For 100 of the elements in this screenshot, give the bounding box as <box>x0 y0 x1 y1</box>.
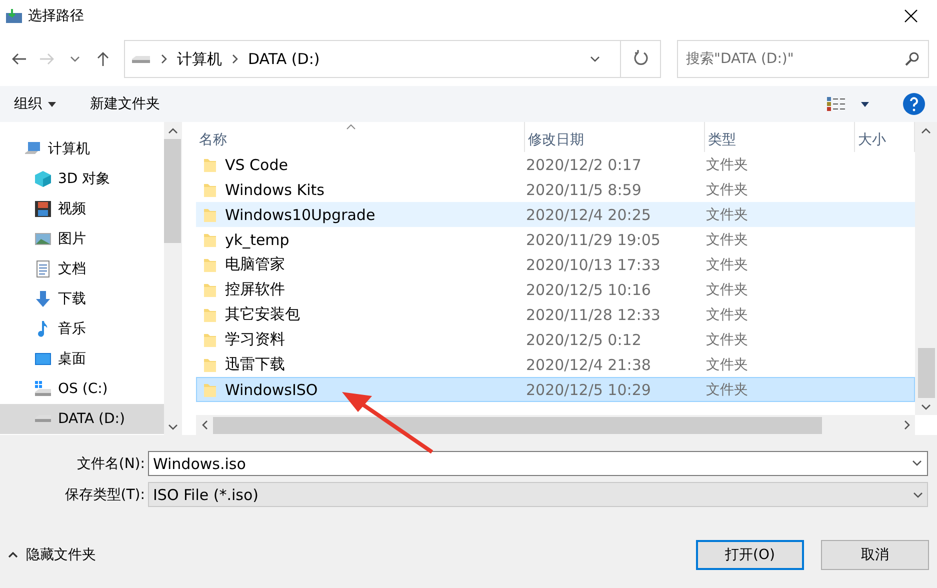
down-arrow-icon <box>34 290 52 308</box>
table-cell-text: 文件夹 <box>706 280 749 298</box>
chevron-icon <box>230 54 240 64</box>
folder-icon <box>203 206 217 222</box>
back-arrow-icon <box>11 53 27 65</box>
refresh-icon <box>632 50 650 68</box>
cube-icon <box>34 170 52 188</box>
list-scrollbar[interactable] <box>915 122 937 415</box>
caret-icon[interactable] <box>861 102 869 106</box>
table-cell-text: 文件夹 <box>706 230 749 248</box>
close-icon <box>903 8 919 24</box>
filename-field[interactable]: Windows.iso <box>148 451 928 476</box>
sidebar-item[interactable]: 下载 <box>0 284 164 314</box>
folder-icon <box>203 156 217 172</box>
help-icon[interactable] <box>903 93 925 115</box>
sidebar-item[interactable]: 音乐 <box>0 314 164 344</box>
hide-folders-button[interactable]: 隐藏文件夹 <box>8 546 696 564</box>
folder-icon <box>203 256 217 272</box>
column-header[interactable]: 名称 <box>196 122 525 152</box>
field-label: 保存类型(T): <box>64 486 146 504</box>
table-cell-text: 文件夹 <box>706 180 749 198</box>
organize-button[interactable]: 组织 <box>14 95 56 113</box>
table-cell-text: 2020/12/4 21:38 <box>526 356 652 374</box>
sidebar-item[interactable]: 图片 <box>0 224 164 254</box>
folder-icon <box>203 182 217 198</box>
new-folder-button[interactable]: 新建文件夹 <box>90 95 160 113</box>
file-name: VS Code <box>225 156 288 174</box>
windows-drive-icon <box>34 380 52 398</box>
desktop-icon <box>34 350 52 368</box>
table-cell-text: 2020/10/13 17:33 <box>526 256 662 274</box>
scrollbar-thumb[interactable] <box>918 348 934 398</box>
chevron-icon <box>70 55 80 63</box>
view-options-icon[interactable] <box>827 97 847 111</box>
file-name: Windows10Upgrade <box>225 206 376 224</box>
horizontal-scrollbar[interactable] <box>196 415 915 435</box>
table-cell-text: 2020/11/5 8:59 <box>526 180 642 198</box>
sidebar-item[interactable]: 视频 <box>0 194 164 224</box>
table-cell-text: 2020/12/5 10:16 <box>526 280 652 298</box>
table-cell-text: 文件夹 <box>706 356 749 374</box>
file-row[interactable]: VS Code 2020/12/2 0:17 文件夹 <box>196 152 915 177</box>
caret-icon <box>48 102 56 106</box>
dropdown-icon <box>590 54 600 64</box>
scrollbar-thumb[interactable] <box>213 416 822 434</box>
file-row[interactable]: 学习资料 2020/12/5 0:12 文件夹 <box>196 327 915 352</box>
table-cell-text: 2020/12/5 10:29 <box>526 380 652 398</box>
sidebar-item[interactable]: OS (C:) <box>0 374 164 404</box>
field-label: 文件名(N): <box>76 454 146 472</box>
cancel-button[interactable]: 取消 <box>821 540 929 570</box>
window-title: 选择路径 <box>28 7 85 25</box>
breadcrumb[interactable]: 计算机 <box>177 50 222 68</box>
breadcrumb[interactable]: DATA (D:) <box>248 50 320 68</box>
scrollbar-thumb[interactable] <box>164 139 181 243</box>
column-header[interactable]: 类型 <box>705 122 855 152</box>
film-icon <box>34 200 52 218</box>
file-row[interactable]: 迅雷下载 2020/12/4 21:38 文件夹 <box>196 352 915 377</box>
file-name: 其它安装包 <box>225 305 300 324</box>
drive-icon <box>131 54 151 64</box>
folder-icon <box>203 306 217 322</box>
sidebar-item[interactable]: 桌面 <box>0 344 164 374</box>
table-cell-text: 文件夹 <box>706 306 749 324</box>
sidebar-scrollbar[interactable] <box>164 122 181 435</box>
table-cell-text: 文件夹 <box>706 380 749 398</box>
table-cell-text: 文件夹 <box>706 156 749 174</box>
file-row[interactable]: WindowsISO 2020/12/5 10:29 文件夹 <box>196 377 915 402</box>
table-cell-text: 2020/11/29 19:05 <box>526 230 662 248</box>
dropdown-icon <box>913 490 923 500</box>
file-row[interactable]: Windows10Upgrade 2020/12/4 20:25 文件夹 <box>196 202 915 227</box>
table-cell-text: 2020/12/5 0:12 <box>526 330 642 348</box>
table-cell-text: 2020/12/4 20:25 <box>526 206 652 224</box>
file-row[interactable]: 控屏软件 2020/12/5 10:16 文件夹 <box>196 277 915 302</box>
up-arrow-icon <box>97 51 109 67</box>
file-name: Windows Kits <box>225 180 324 198</box>
table-cell-text: 2020/12/2 0:17 <box>526 156 642 174</box>
file-type-dropdown[interactable]: ISO File (*.iso) <box>148 482 928 507</box>
table-cell-text: 文件夹 <box>706 256 749 274</box>
sidebar-item[interactable]: 计算机 <box>0 134 164 164</box>
file-name: 电脑管家 <box>225 255 285 274</box>
picture-icon <box>34 230 52 248</box>
folder-icon <box>203 232 217 248</box>
file-name: yk_temp <box>225 230 290 248</box>
file-name: 控屏软件 <box>225 280 285 299</box>
open-button[interactable]: 打开(O) <box>696 540 804 570</box>
file-row[interactable]: Windows Kits 2020/11/5 8:59 文件夹 <box>196 177 915 202</box>
file-name: 学习资料 <box>225 330 285 349</box>
chevron-icon <box>8 551 18 559</box>
file-row[interactable]: 其它安装包 2020/11/28 12:33 文件夹 <box>196 302 915 327</box>
file-row[interactable]: yk_temp 2020/11/29 19:05 文件夹 <box>196 227 915 252</box>
table-cell-text: 文件夹 <box>706 330 749 348</box>
address-bar[interactable]: 计算机 DATA (D:) <box>124 40 661 78</box>
sidebar-item[interactable]: 文档 <box>0 254 164 284</box>
file-row[interactable]: 电脑管家 2020/10/13 17:33 文件夹 <box>196 252 915 277</box>
sidebar-item[interactable]: DATA (D:) <box>0 404 164 434</box>
folder-icon <box>203 382 217 398</box>
chevron-icon <box>921 126 931 136</box>
document-icon <box>34 260 52 278</box>
search-field[interactable]: 搜索"DATA (D:)" <box>677 40 929 78</box>
column-header[interactable]: 修改日期 <box>525 122 705 152</box>
sidebar-item[interactable]: 3D 对象 <box>0 164 164 194</box>
file-name: WindowsISO <box>225 380 318 398</box>
forward-arrow-icon <box>39 53 55 65</box>
